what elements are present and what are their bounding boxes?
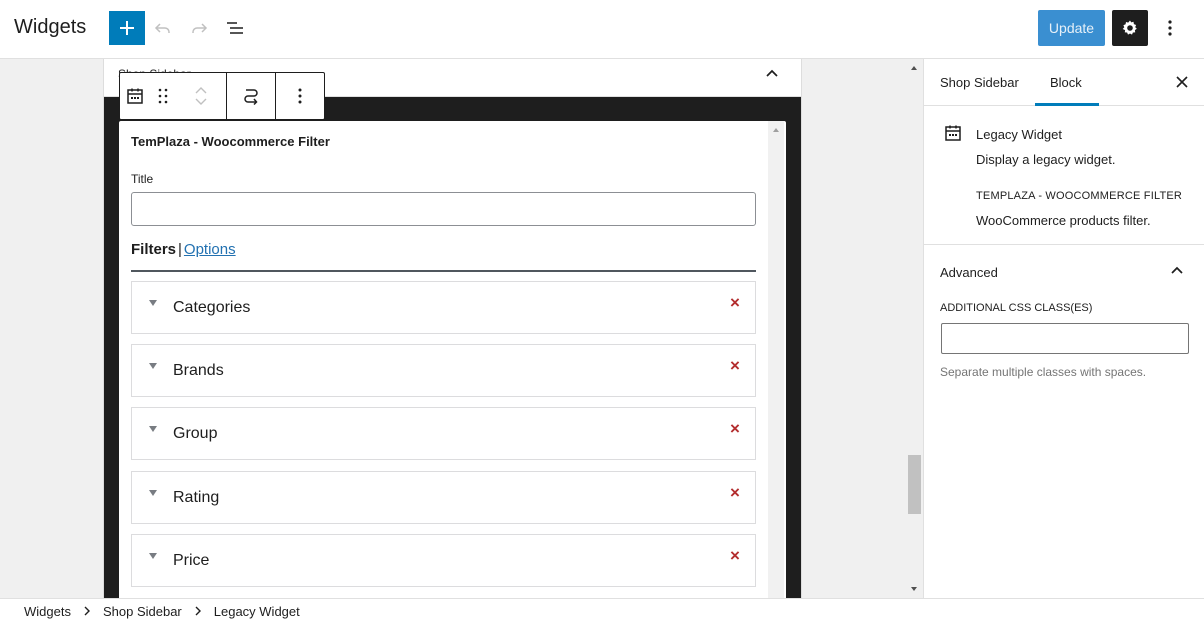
drag-handle-icon [158, 88, 168, 104]
chevron-down-icon[interactable] [194, 96, 208, 106]
add-block-button[interactable] [109, 11, 145, 45]
breadcrumb: Widgets Shop Sidebar Legacy Widget [0, 598, 1204, 623]
calendar-icon [945, 125, 961, 141]
undo-button[interactable] [149, 14, 177, 42]
tab-options[interactable]: Options [184, 241, 236, 258]
caret-down-icon[interactable] [148, 362, 158, 370]
editor-canvas: Shop Sidebar [0, 59, 923, 598]
breadcrumb-shop-sidebar[interactable]: Shop Sidebar [103, 604, 182, 619]
breadcrumb-legacy-widget[interactable]: Legacy Widget [214, 604, 300, 619]
settings-sidebar: Shop Sidebar Block Legacy Widget Display… [923, 59, 1204, 598]
block-options-button[interactable] [276, 73, 324, 119]
filter-item-categories[interactable]: Categories × [131, 281, 756, 334]
filter-tabs: Filters | Options [131, 241, 236, 258]
chevron-up-icon[interactable] [763, 65, 781, 83]
block-title: Legacy Widget [976, 127, 1062, 142]
block-card: Legacy Widget Display a legacy widget. T… [924, 106, 1204, 245]
filter-item-price[interactable]: Price × [131, 534, 756, 587]
widget-scrollbar[interactable] [768, 121, 784, 598]
scroll-up-arrow-icon[interactable] [906, 61, 922, 75]
filter-item-group[interactable]: Group × [131, 407, 756, 460]
transform-icon [244, 89, 258, 106]
scroll-up-arrow-icon[interactable] [768, 123, 784, 137]
block-toolbar [119, 72, 325, 120]
gear-icon [1122, 20, 1137, 35]
block-description: Display a legacy widget. [976, 152, 1116, 167]
advanced-panel-toggle[interactable]: Advanced [924, 246, 1204, 294]
undo-icon [154, 23, 170, 33]
canvas-scrollbar-thumb[interactable] [908, 455, 921, 514]
caret-down-icon[interactable] [148, 489, 158, 497]
tab-filters[interactable]: Filters [131, 241, 176, 258]
breadcrumb-widgets[interactable]: Widgets [24, 604, 71, 619]
filter-label: Categories [173, 299, 251, 316]
block-toolbar-group-options [276, 73, 324, 119]
block-toolbar-group-mover [120, 73, 227, 119]
canvas-scrollbar[interactable] [906, 59, 922, 598]
chevron-right-icon [194, 606, 202, 616]
chevron-up-icon [1171, 266, 1183, 274]
list-view-icon [227, 22, 243, 34]
scroll-down-arrow-icon[interactable] [906, 582, 922, 596]
remove-filter-icon[interactable]: × [727, 420, 743, 437]
more-vertical-icon [1168, 20, 1172, 36]
remove-filter-icon[interactable]: × [727, 294, 743, 311]
transform-button[interactable] [227, 73, 275, 119]
caret-down-icon[interactable] [148, 299, 158, 307]
page-title: Widgets [14, 16, 87, 38]
remove-filter-icon[interactable]: × [727, 357, 743, 374]
widget-type-title: TEMPLAZA - WOOCOMMERCE FILTER [976, 190, 1183, 202]
update-button[interactable]: Update [1038, 10, 1105, 46]
tab-shop-sidebar[interactable]: Shop Sidebar [940, 75, 1019, 90]
remove-filter-icon[interactable]: × [727, 547, 743, 564]
calendar-icon [127, 88, 143, 104]
filter-label: Group [173, 425, 218, 442]
plus-icon [120, 21, 134, 35]
sidebar-tabs: Shop Sidebar Block [924, 59, 1204, 106]
block-type-button[interactable] [120, 73, 150, 119]
filter-label: Brands [173, 362, 224, 379]
block-toolbar-group-transform [227, 73, 276, 119]
caret-down-icon[interactable] [148, 425, 158, 433]
close-icon[interactable] [1173, 73, 1191, 91]
chevron-right-icon [83, 606, 91, 616]
title-label: Title [131, 172, 154, 186]
css-class-help: Separate multiple classes with spaces. [940, 365, 1147, 379]
filter-item-rating[interactable]: Rating × [131, 471, 756, 524]
legacy-widget-form: TemPlaza - Woocommerce Filter Title Filt… [119, 121, 786, 598]
list-view-button[interactable] [221, 14, 249, 42]
chevron-up-icon[interactable] [194, 86, 208, 96]
tab-separator: | [178, 241, 182, 258]
editor-header: Widgets Update [0, 0, 1204, 59]
redo-icon [192, 23, 208, 33]
css-class-input[interactable] [941, 323, 1189, 354]
widget-name: TemPlaza - Woocommerce Filter [131, 134, 330, 149]
caret-down-icon[interactable] [148, 552, 158, 560]
move-block-buttons[interactable] [176, 73, 226, 119]
advanced-title: Advanced [940, 265, 998, 280]
tabs-divider [131, 270, 756, 272]
filter-label: Rating [173, 489, 220, 506]
remove-filter-icon[interactable]: × [727, 484, 743, 501]
css-class-label: ADDITIONAL CSS CLASS(ES) [940, 302, 1093, 314]
widget-type-description: WooCommerce products filter. [976, 213, 1151, 228]
settings-button[interactable] [1112, 10, 1148, 46]
more-vertical-icon [298, 88, 302, 104]
options-menu-button[interactable] [1158, 14, 1182, 42]
title-input[interactable] [131, 192, 756, 226]
filter-label: Price [173, 552, 210, 569]
drag-handle[interactable] [150, 73, 176, 119]
tab-block[interactable]: Block [1050, 75, 1082, 90]
redo-button[interactable] [185, 14, 213, 42]
filter-item-brands[interactable]: Brands × [131, 344, 756, 397]
